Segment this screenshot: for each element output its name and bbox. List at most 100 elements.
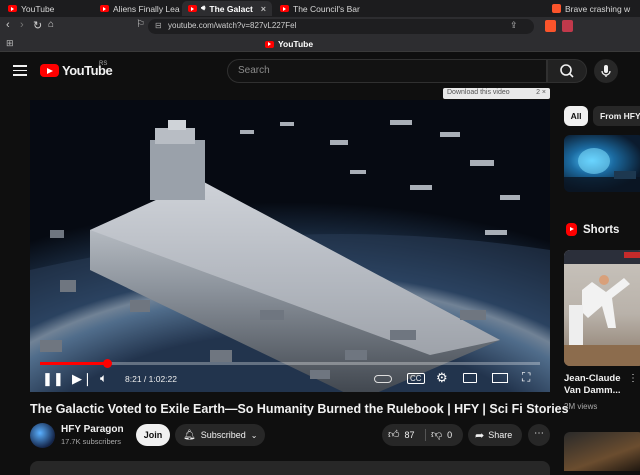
page-title-text: YouTube [278,39,314,49]
tab-galactic[interactable]: 🔊︎ The Galactic × [182,1,272,16]
join-button[interactable]: Join [136,424,170,446]
thumbs-up-icon: 👍︎ [388,429,400,441]
apps-grid-icon[interactable]: ⊞ [6,38,14,49]
youtube-favicon-icon [8,5,17,12]
short-thumbnail[interactable] [564,250,640,366]
site-info-icon[interactable]: ⊟ [155,21,162,30]
speaker-icon[interactable]: 🔊︎ [201,5,205,13]
more-actions-button[interactable]: ⋯ [528,424,550,446]
url-text: youtube.com/watch?v=827vL227Fel [168,21,297,30]
search-icon [560,64,574,78]
search-placeholder: Search [238,65,270,76]
like-dislike-group: 👍︎ 87 👎︎ 0 [382,424,463,446]
microphone-icon [601,65,611,77]
shorts-heading: Shorts [566,223,619,236]
youtube-logo-icon [40,64,59,77]
download-label: Download this video [447,89,510,96]
share-page-icon[interactable]: ⇪ [510,20,518,31]
tab-youtube[interactable]: YouTube [2,1,94,16]
youtube-favicon-icon [280,5,289,12]
close-icon[interactable]: × [261,4,266,14]
related-video-thumbnail[interactable] [564,135,640,192]
progress-fill [40,362,107,365]
channel-name[interactable]: HFY Paragon [61,424,124,435]
tab-label: The Galactic [209,3,253,14]
reload-icon[interactable]: ↻ [33,19,42,32]
chip-label: From HFY [600,111,640,121]
hamburger-menu-icon[interactable] [13,65,27,76]
fullscreen-icon[interactable]: ⛶ [522,370,530,385]
youtube-favicon-icon [188,5,197,12]
captions-icon[interactable]: CC [407,373,425,384]
chip-from-channel[interactable]: From HFY [593,106,640,126]
description-box[interactable] [30,461,550,475]
more-horiz-icon: ⋯ [534,428,544,439]
short-views: 2M views [564,402,598,411]
short-title[interactable]: Jean-Claude Van Damm... [564,373,624,397]
video-player[interactable]: ❚❚ ▶❘ 🔈︎ 8:21 / 1:02:22 CC ⚙ ⛶ [30,100,550,392]
like-count: 87 [404,429,415,440]
bell-icon: 🔔︎ [183,429,196,441]
share-arrow-icon: ➦ [475,429,485,442]
subscribed-button[interactable]: 🔔︎ Subscribed ⌄ [175,424,265,446]
share-button[interactable]: ➦ Share [468,424,522,446]
search-input[interactable]: Search [227,59,547,83]
short-thumbnail-art [564,250,640,366]
video-title: The Galactic Voted to Exile Earth—So Hum… [30,402,569,416]
miniplayer-icon[interactable] [463,373,477,383]
shorts-icon [566,223,577,236]
progress-bar[interactable] [40,359,540,368]
chevron-down-icon: ⌄ [250,430,258,440]
subscriber-count: 17.7K subscribers [61,437,122,446]
dislike-count: 0 [447,429,453,440]
brave-favicon-icon [552,4,561,13]
settings-gear-icon[interactable]: ⚙ [436,370,448,386]
brave-rewards-icon[interactable] [562,20,573,32]
tab-label: Aliens Finally Lea [113,3,180,14]
bookmark-bar: ⊞ YouTube [0,36,640,52]
youtube-favicon-icon [100,5,109,12]
home-icon[interactable]: ⌂ [48,19,54,30]
thumbnail-art [564,148,640,192]
video-frame [30,100,550,392]
autoplay-toggle[interactable] [374,375,392,383]
share-label: Share [488,430,513,440]
country-code: RS [99,61,108,67]
tab-aliens[interactable]: Aliens Finally Lea [94,1,180,16]
browser-tab-bar: YouTube Aliens Finally Lea 🔊︎ The Galact… [0,0,640,17]
like-button[interactable]: 👍︎ 87 [388,428,415,441]
search-button[interactable] [547,59,587,83]
short-thumbnail[interactable] [564,432,640,471]
back-icon[interactable]: ‹ [6,19,10,31]
time-display: 8:21 / 1:02:22 [125,374,177,384]
subscribed-label: Subscribed [200,430,246,440]
tab-label: The Council's Bar [293,3,360,14]
join-label: Join [143,430,163,440]
tab-brave[interactable]: Brave crashing w [546,1,640,16]
pause-icon[interactable]: ❚❚ [42,371,64,387]
bookmark-icon[interactable]: ⚐ [136,19,145,30]
tab-council[interactable]: The Council's Bar [274,1,364,16]
forward-icon[interactable]: › [20,19,24,31]
progress-scrubber[interactable] [103,359,112,368]
page-title: YouTube [265,39,313,49]
volume-icon[interactable]: 🔈︎ [100,371,107,386]
thumbs-down-icon: 👎︎ [431,429,443,441]
address-bar-row: ‹ › ↻ ⌂ ⚐ ⊟ youtube.com/watch?v=827vL227… [0,17,640,36]
download-video-bar[interactable]: Download this video 2 × [443,88,550,99]
voice-search-button[interactable] [594,59,618,83]
chip-label: All [570,111,582,121]
like-divider [425,429,426,441]
theater-mode-icon[interactable] [492,373,508,383]
shorts-title: Shorts [583,223,620,236]
tab-label: YouTube [21,3,55,14]
download-extra: 2 × [536,89,546,96]
next-icon[interactable]: ▶❘ [72,371,93,387]
youtube-header: YouTube RS Search [0,52,640,90]
chip-all[interactable]: All [564,106,588,126]
url-field[interactable]: ⊟ youtube.com/watch?v=827vL227Fel ⇪ [148,19,534,34]
brave-shields-icon[interactable] [545,20,556,32]
more-vert-icon[interactable]: ⋮ [628,373,638,384]
dislike-button[interactable]: 👎︎ 0 [431,428,452,441]
channel-avatar[interactable] [30,423,55,448]
